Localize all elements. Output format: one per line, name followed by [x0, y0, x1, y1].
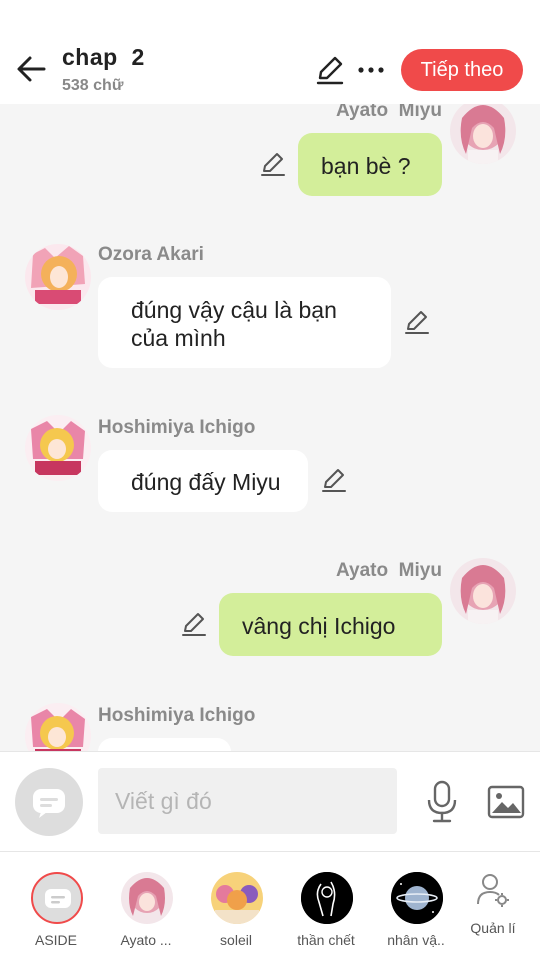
nav-item-than-chet[interactable]: thần chết: [281, 852, 371, 960]
nav-label: Ayato ...: [120, 932, 172, 948]
nav-label: thần chết: [297, 932, 355, 948]
message-bubble[interactable]: đúng vậy cậu là bạn của mình: [98, 277, 391, 368]
edit-message-icon[interactable]: [259, 150, 287, 178]
chat-bubble-icon: [33, 789, 65, 818]
edit-message-icon[interactable]: [403, 308, 431, 336]
nav-label: Quản lí: [470, 920, 516, 936]
sender-name: Ozora Akari: [98, 244, 204, 265]
avatar-than-chet: [301, 872, 353, 924]
microphone-icon[interactable]: [424, 780, 460, 824]
edit-pencil-icon[interactable]: [314, 54, 346, 86]
edit-message-icon[interactable]: [320, 466, 348, 494]
nav-item-manage[interactable]: Quản lí: [448, 852, 538, 960]
more-options-icon[interactable]: [356, 56, 386, 84]
message-input-bar: [0, 751, 540, 851]
message-bubble[interactable]: [98, 738, 231, 751]
edit-message-icon[interactable]: [180, 610, 208, 638]
next-chapter-button[interactable]: Tiếp theo: [401, 49, 523, 91]
nav-label: ASIDE: [34, 932, 77, 948]
nav-item-ayato-miyu[interactable]: Ayato ...: [101, 852, 191, 960]
aside-avatar: [31, 872, 83, 924]
message-bubble[interactable]: đúng đấy Miyu: [98, 450, 308, 512]
avatar-hoshimiya-ichigo[interactable]: [25, 703, 91, 751]
avatar-ayato-miyu[interactable]: [450, 558, 516, 624]
message-bubble[interactable]: vâng chị Ichigo: [219, 593, 442, 656]
character-bar: ASIDE Ayato ... soleil thần chết nhân vậ…: [0, 851, 540, 960]
user-settings-icon: [477, 874, 509, 907]
nav-item-aside[interactable]: ASIDE: [11, 852, 101, 960]
sender-name: Ayato Miyu: [336, 104, 442, 121]
sender-name: Ayato Miyu: [336, 560, 442, 581]
chapter-header: chap 2 538 chữ Tiếp theo: [0, 0, 540, 104]
avatar-ayato-miyu: [121, 872, 173, 924]
chat-type-button[interactable]: [15, 768, 83, 836]
message-text-line: của mình: [131, 325, 226, 351]
chapter-title: chap 2: [62, 44, 145, 70]
chat-bubble-icon: [45, 889, 71, 908]
message-bubble[interactable]: bạn bè ?: [298, 133, 442, 196]
back-arrow-icon[interactable]: [14, 52, 48, 86]
nav-item-soleil[interactable]: soleil: [191, 852, 281, 960]
avatar-hoshimiya-ichigo[interactable]: [25, 415, 91, 481]
sender-name: Hoshimiya Ichigo: [98, 705, 256, 726]
message-text-line: đúng vậy cậu là bạn: [131, 297, 337, 323]
nav-label: soleil: [220, 932, 252, 948]
avatar-ozora-akari[interactable]: [25, 244, 91, 310]
image-icon[interactable]: [486, 782, 526, 822]
avatar-nhan-vat: [391, 872, 443, 924]
message-input[interactable]: [98, 768, 397, 834]
avatar-soleil: [211, 872, 263, 924]
chat-area[interactable]: Ayato Miyu bạn bè ? Ozora Akari đúng vậy…: [0, 104, 540, 751]
word-count: 538 chữ: [62, 77, 124, 94]
avatar-ayato-miyu[interactable]: [450, 104, 516, 164]
sender-name: Hoshimiya Ichigo: [98, 417, 256, 438]
